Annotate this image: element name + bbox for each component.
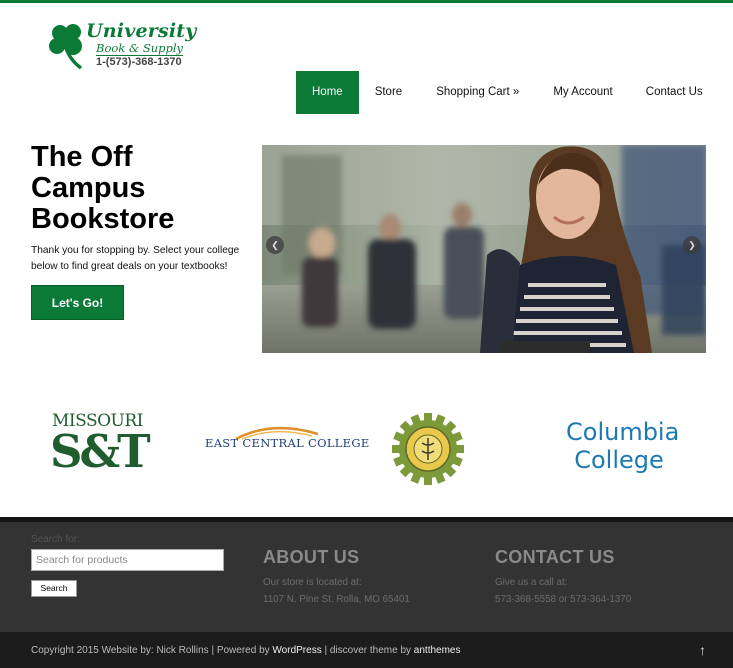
footer: [0, 522, 733, 632]
logo-phone: 1-(573)-368-1370: [96, 56, 182, 68]
top-accent-bar: [0, 0, 733, 3]
about-us-address: 1107 N. Pine St. Rolla, MO 65401: [263, 594, 410, 605]
site-logo[interactable]: University Book & Supply 1-(573)-368-137…: [48, 20, 198, 72]
logo-wordmark: University: [86, 20, 197, 42]
hero-title-line-1: The Off: [31, 141, 133, 173]
columbia-logo-line-2: College: [574, 446, 664, 474]
columbia-logo-line-1: Columbia: [566, 418, 680, 446]
contact-us-phones: 573-368-5558 or 573-364-1370: [495, 594, 632, 605]
hero-title: The Off Campus Bookstore: [31, 142, 251, 235]
contact-us-line-1: Give us a call at:: [495, 577, 568, 588]
missouri-st-logo-main: S&T: [50, 425, 151, 478]
product-search-input[interactable]: [31, 549, 224, 571]
lets-go-button[interactable]: Let's Go!: [31, 285, 124, 320]
about-us-heading: ABOUT US: [263, 547, 360, 567]
hero-description: Thank you for stopping by. Select your c…: [31, 245, 240, 272]
hero-slide-image: [262, 145, 706, 353]
hero-slider[interactable]: ❮ ❯: [262, 145, 706, 353]
slider-next-button[interactable]: ❯: [683, 236, 701, 254]
back-to-top-arrow-icon[interactable]: ↑: [699, 642, 706, 658]
nav-item-shopping-cart[interactable]: Shopping Cart »: [419, 71, 536, 114]
copyright-middle: | discover theme by: [321, 645, 414, 656]
nav-item-contact-us[interactable]: Contact Us: [629, 71, 719, 114]
shamrock-icon: [49, 24, 83, 70]
search-button[interactable]: Search: [31, 580, 77, 597]
nav-item-store[interactable]: Store: [359, 71, 420, 114]
hero-title-line-3: Bookstore: [31, 203, 175, 235]
logo-subtitle: Book & Supply: [96, 41, 183, 56]
copyright-text: Copyright 2015 Website by: Nick Rollins …: [31, 645, 461, 656]
east-central-logo-text: EAST CENTRAL COLLEGE: [205, 436, 370, 450]
main-nav: Home Store Shopping Cart » My Account Co…: [296, 71, 719, 114]
state-technical-gear-seal-icon: [392, 413, 464, 485]
about-us-line-1: Our store is located at:: [263, 577, 362, 588]
copyright-prefix: Copyright 2015 Website by: Nick Rollins …: [31, 645, 273, 656]
hero-title-line-2: Campus: [31, 172, 146, 204]
antthemes-link[interactable]: antthemes: [414, 645, 461, 656]
chevron-right-icon: ❯: [688, 240, 696, 250]
search-label: Search for:: [31, 534, 80, 545]
slider-prev-button[interactable]: ❮: [266, 236, 284, 254]
nav-item-home[interactable]: Home: [296, 71, 359, 114]
nav-item-my-account[interactable]: My Account: [536, 71, 628, 114]
wordpress-link[interactable]: WordPress: [272, 645, 321, 656]
chevron-left-icon: ❮: [271, 240, 279, 250]
contact-us-heading: CONTACT US: [495, 547, 615, 567]
